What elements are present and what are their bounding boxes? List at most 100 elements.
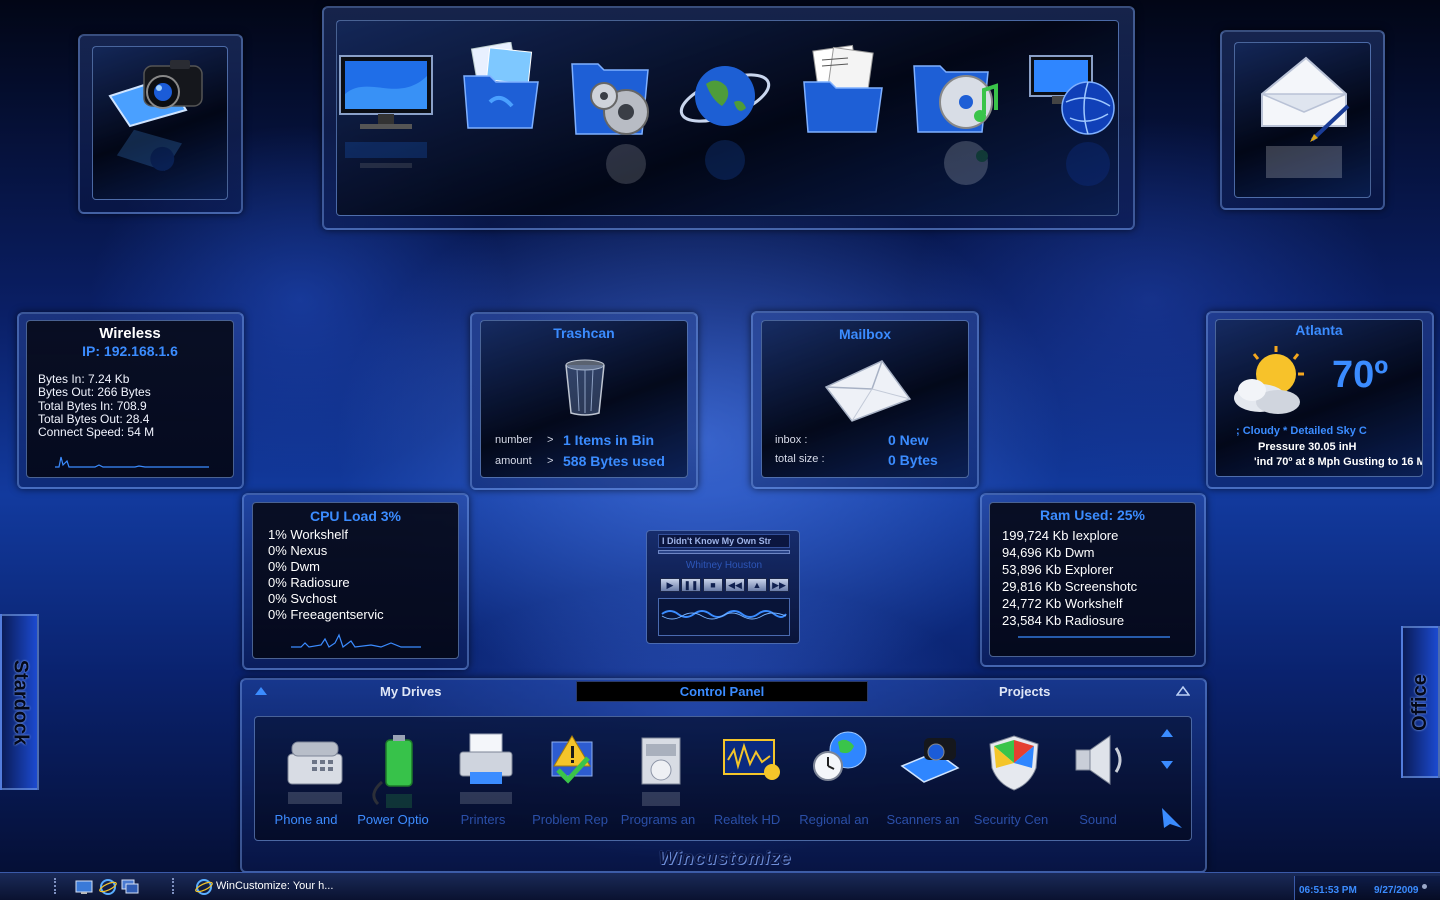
- documents-folder-icon[interactable]: [800, 44, 886, 136]
- stardock-tab[interactable]: Stardock: [0, 614, 39, 790]
- dock-scroll-up-icon[interactable]: [1160, 728, 1174, 738]
- ie-window-icon: [195, 879, 213, 895]
- ram-process-3: 53,896 Kb Explorer: [1002, 562, 1114, 577]
- partly-cloudy-icon: [1234, 346, 1304, 414]
- cpu-title: CPU Load 3%: [309, 508, 401, 524]
- dock-item-label-8[interactable]: Scanners an: [878, 812, 968, 827]
- trashcan-number-value: 1 Items in Bin: [563, 432, 655, 448]
- office-tab-label: Office: [1409, 673, 1431, 731]
- settings-folder-icon[interactable]: [568, 50, 664, 140]
- wireless-ip: IP: 192.168.1.6: [82, 343, 178, 359]
- trashcan-amount-value: 588 Bytes used: [563, 453, 665, 469]
- network-globe-icon[interactable]: [1026, 52, 1118, 138]
- dock-item-label-5[interactable]: Programs an: [613, 812, 703, 827]
- ram-title: Ram Used: 25%: [1039, 507, 1146, 523]
- cpu-graph: [291, 633, 421, 648]
- weather-pressure: Pressure 30.05 inH: [1258, 441, 1357, 453]
- monitor-icon-reflection: [345, 142, 427, 168]
- media-previous-button[interactable]: ◀◀: [725, 578, 745, 592]
- network-globe-icon-reflection: [1066, 142, 1110, 186]
- media-status: Whitney Houston: [685, 560, 763, 571]
- mailbox-size-value: 0 Bytes: [888, 452, 938, 468]
- internet-globe-icon[interactable]: [676, 54, 774, 138]
- media-eject-button[interactable]: ▲: [747, 578, 767, 592]
- media-pause-button[interactable]: ❚❚: [681, 578, 701, 592]
- media-next-button[interactable]: ▶▶: [769, 578, 789, 592]
- ram-process-5: 24,772 Kb Workshelf: [1002, 596, 1123, 611]
- trashcan-amount-arrow: >: [547, 455, 554, 467]
- clock-date: 9/27/2009: [1374, 885, 1419, 896]
- trashcan-number-arrow: >: [547, 434, 554, 446]
- dock-item-label-9[interactable]: Security Cen: [966, 812, 1056, 827]
- cpu-widget-inner: CPU Load 3% 1% Workshelf 0% Nexus 0% Dwm…: [252, 502, 459, 659]
- mailbox-widget-inner: Mailbox inbox : 0 New total size : 0 Byt…: [761, 320, 969, 478]
- weather-condition: ; Cloudy * Detailed Sky C: [1236, 425, 1367, 437]
- ram-widget-inner: Ram Used: 25% 199,724 Kb Iexplore 94,696…: [989, 502, 1196, 657]
- ram-graph: [1018, 636, 1170, 638]
- taskbar-grip-2: [172, 878, 178, 894]
- clock-time: 06:51:53 PM: [1299, 885, 1357, 896]
- weather-widget-inner: Atlanta 70º ; Cloudy * Detailed Sky C Pr…: [1215, 319, 1423, 477]
- wireless-graph: [55, 456, 209, 468]
- trashcan-widget-inner: Trashcan number > 1 Items in Bin amount …: [480, 320, 688, 478]
- weather-wind: 'ind 70º at 8 Mph Gusting to 16 M: [1254, 456, 1422, 468]
- cpu-process-6: 0% Freeagentservic: [268, 607, 384, 622]
- dock-item-label-2[interactable]: Power Optio: [348, 812, 438, 827]
- envelope-pen-icon-reflection: [1266, 146, 1342, 178]
- mail-envelope-icon[interactable]: [822, 359, 914, 423]
- trashcan-number-label: number: [495, 434, 533, 446]
- mailbox-inbox-value: 0 New: [888, 432, 929, 448]
- cpu-process-5: 0% Svchost: [268, 591, 337, 606]
- media-play-button[interactable]: ▶: [660, 578, 680, 592]
- wireless-bytes-out: Bytes Out: 266 Bytes: [38, 385, 151, 399]
- wireless-widget-inner: Wireless IP: 192.168.1.6 Bytes In: 7.24 …: [26, 320, 234, 478]
- dock-tab-control-panel[interactable]: Control Panel: [576, 681, 868, 702]
- internet-globe-icon-reflection: [705, 140, 745, 180]
- mailbox-inbox-label: inbox :: [775, 434, 808, 446]
- dock-tab-projects[interactable]: Projects: [999, 684, 1050, 699]
- music-folder-icon[interactable]: [910, 52, 1006, 138]
- trashcan-title: Trashcan: [553, 325, 615, 341]
- switch-windows-icon[interactable]: [120, 877, 140, 897]
- dock-item-label-6[interactable]: Realtek HD: [702, 812, 792, 827]
- dock-collapse-right-icon[interactable]: [1176, 686, 1190, 696]
- dock-item-label-1[interactable]: Phone and: [261, 812, 351, 827]
- cpu-process-4: 0% Radiosure: [268, 575, 350, 590]
- ram-process-1: 199,724 Kb Iexplore: [1002, 528, 1119, 543]
- media-stop-button[interactable]: ■: [703, 578, 723, 592]
- taskbar-grip: [54, 878, 60, 894]
- ram-process-2: 94,696 Kb Dwm: [1002, 545, 1095, 560]
- ram-process-6: 23,584 Kb Radiosure: [1002, 613, 1125, 628]
- dock-item-label-3[interactable]: Printers: [438, 812, 528, 827]
- envelope-pen-icon[interactable]: [1256, 52, 1352, 142]
- dock-collapse-left-icon[interactable]: [254, 686, 268, 696]
- dock-item-label-10[interactable]: Sound: [1053, 812, 1143, 827]
- mailbox-size-label: total size :: [775, 453, 825, 465]
- dock-next-arrow-icon[interactable]: [1160, 806, 1184, 830]
- settings-folder-icon-reflection: [606, 144, 646, 184]
- media-track-title: I Didn't Know My Own Str: [658, 534, 790, 548]
- dock-tab-my-drives[interactable]: My Drives: [380, 684, 441, 699]
- tray-indicator-dot: [1422, 884, 1427, 889]
- taskbar-window-title: WinCustomize: Your h...: [216, 880, 334, 892]
- wireless-title: Wireless: [99, 325, 161, 342]
- mailbox-title: Mailbox: [838, 326, 892, 342]
- trash-bin-icon[interactable]: [563, 359, 607, 417]
- show-desktop-icon[interactable]: [74, 877, 94, 897]
- office-tab[interactable]: Office: [1401, 626, 1440, 778]
- dock-scroll-down-icon[interactable]: [1160, 760, 1174, 770]
- cpu-process-3: 0% Dwm: [268, 559, 321, 574]
- dock-item-label-4[interactable]: Problem Rep: [525, 812, 615, 827]
- monitor-icon[interactable]: [338, 54, 434, 134]
- media-seek-bar[interactable]: [658, 550, 790, 554]
- camera-icon-reflection: [116, 129, 182, 171]
- weather-city: Atlanta: [1295, 322, 1343, 338]
- camera-icon[interactable]: [108, 58, 208, 128]
- pictures-folder-icon[interactable]: [460, 42, 542, 132]
- ie-quicklaunch-icon[interactable]: [98, 877, 118, 897]
- dock-item-label-7[interactable]: Regional an: [789, 812, 879, 827]
- media-visualizer: [658, 598, 790, 636]
- music-folder-icon-reflection: [944, 141, 988, 185]
- stardock-tab-label: Stardock: [9, 659, 31, 745]
- trashcan-amount-label: amount: [495, 455, 532, 467]
